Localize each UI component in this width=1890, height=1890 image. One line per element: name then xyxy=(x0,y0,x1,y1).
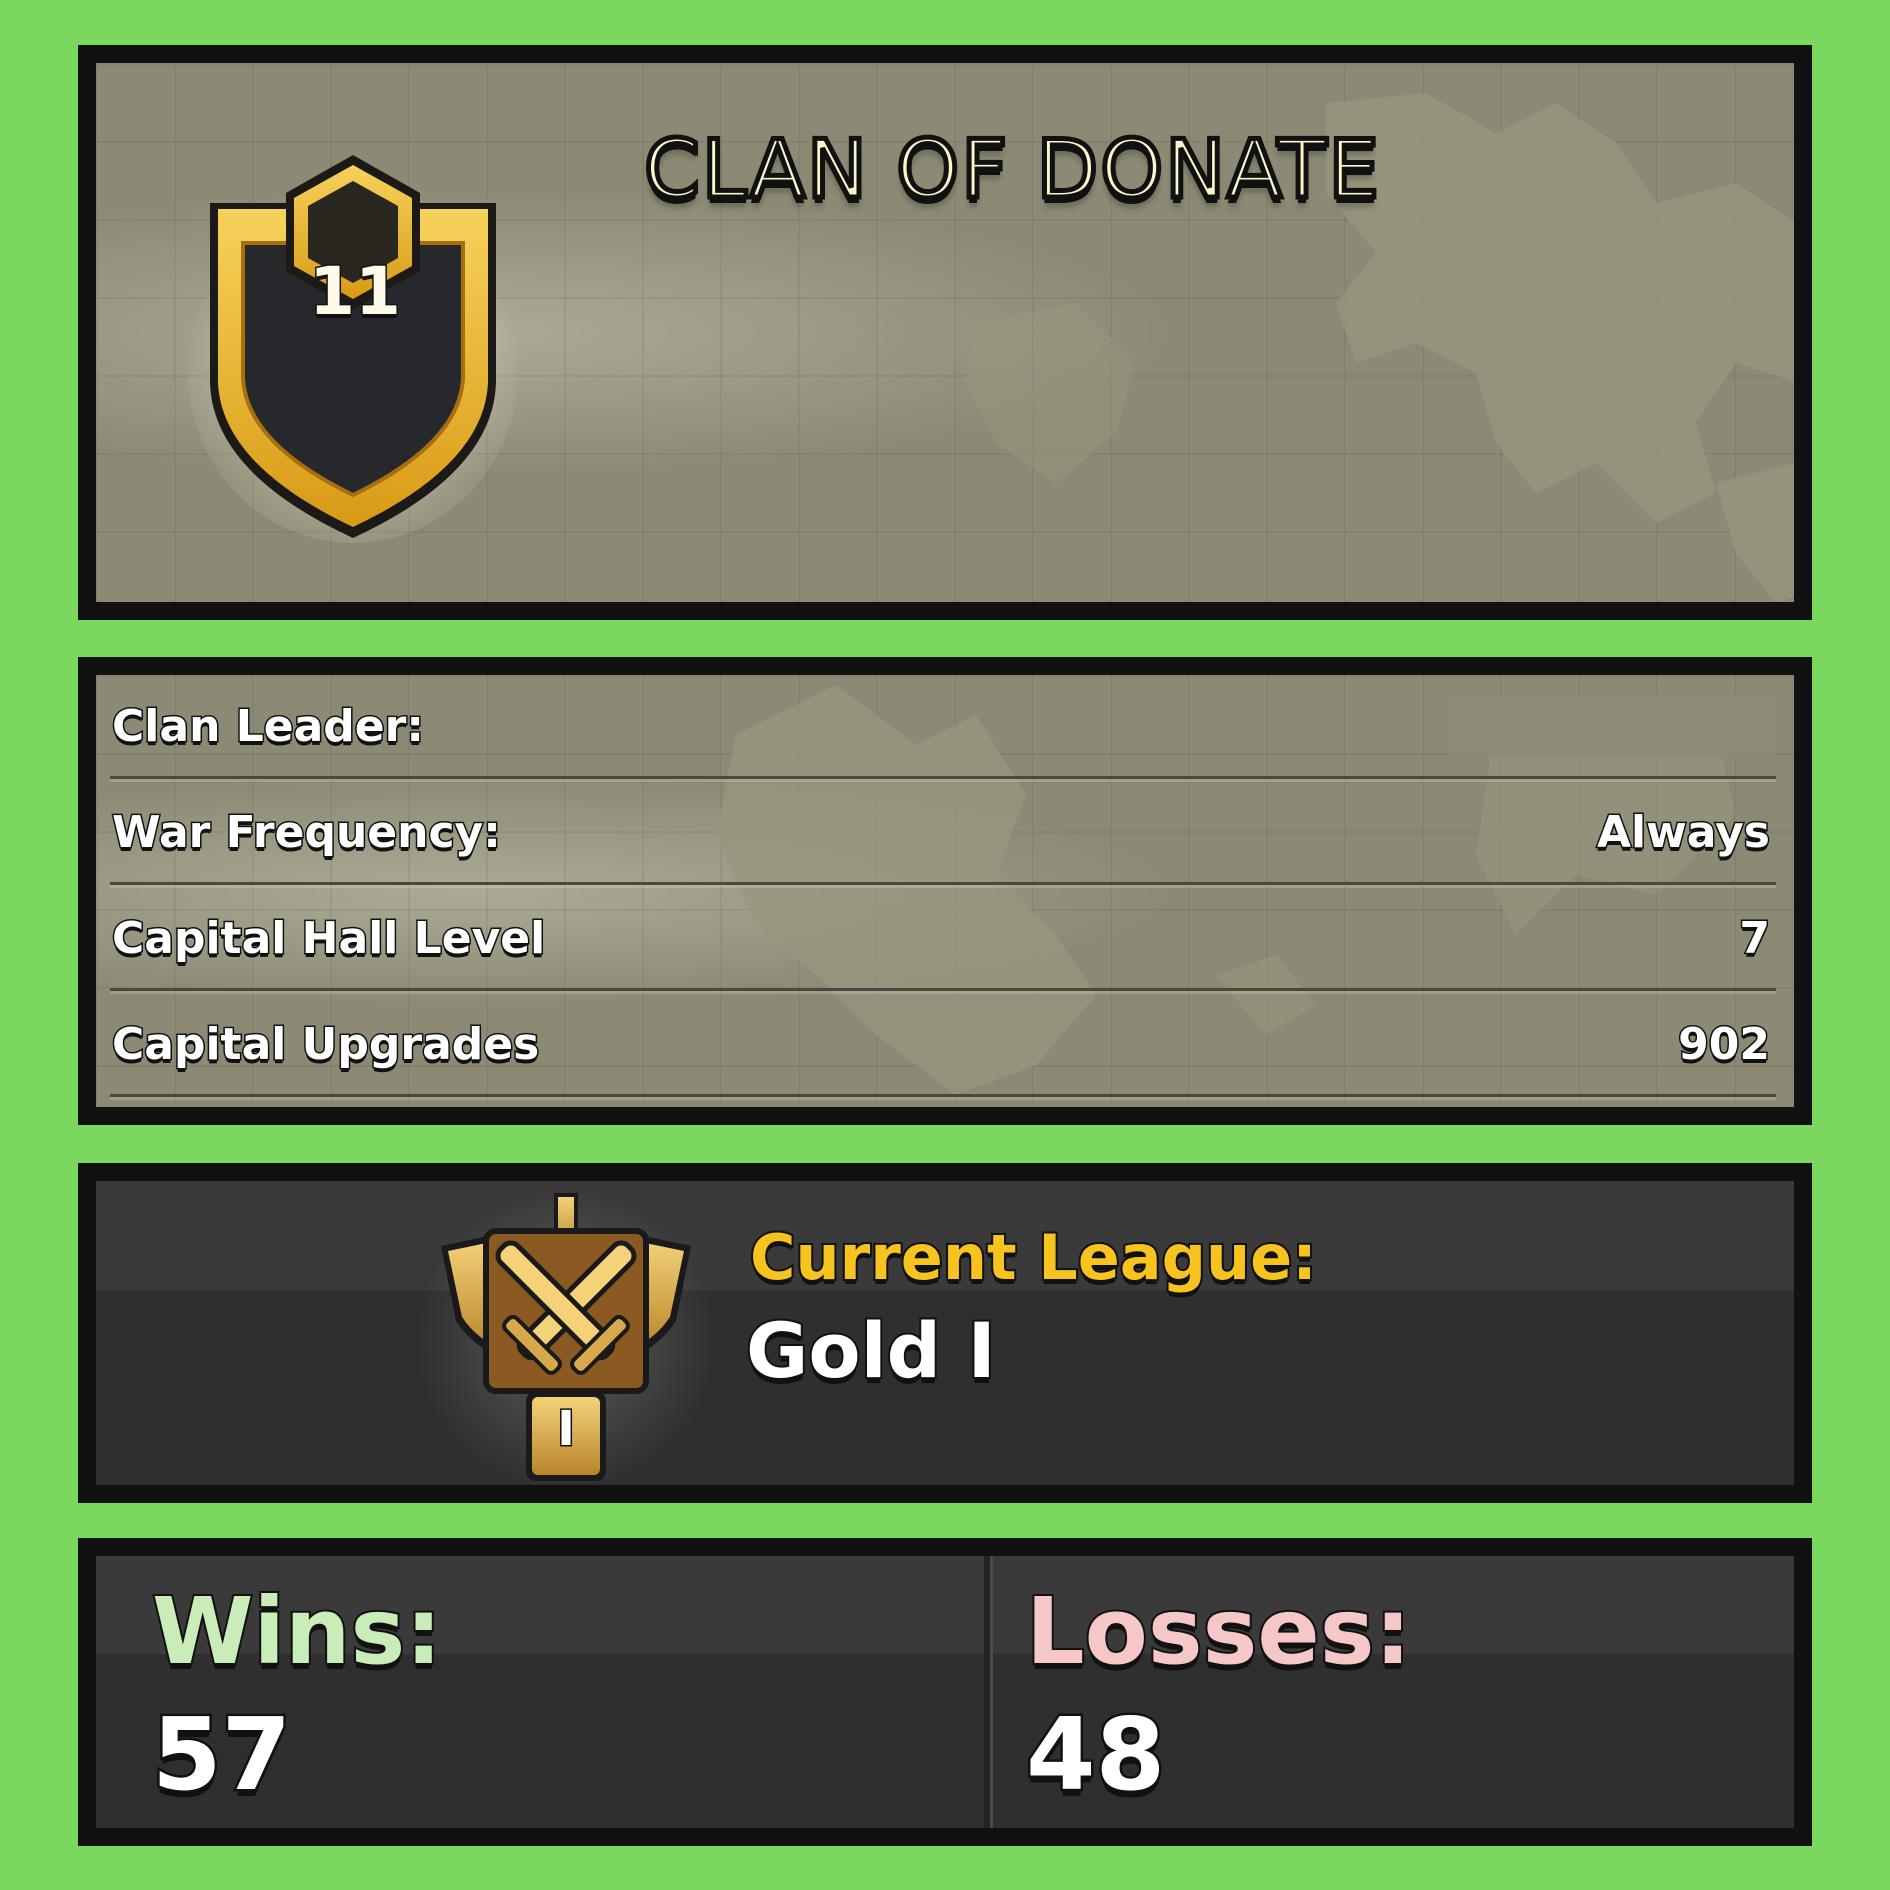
clan-level-number: 11 xyxy=(308,252,403,332)
detail-row-war-frequency: War Frequency: Always xyxy=(110,781,1776,885)
clan-details-panel: Clan Leader: War Frequency: Always Capit… xyxy=(78,657,1812,1125)
war-frequency-label: War Frequency: xyxy=(111,806,503,860)
clan-header-panel: 11 CLAN OF DONATE xyxy=(78,45,1812,620)
clan-leader-value-redacted xyxy=(1450,695,1776,757)
wins-label: Wins: xyxy=(150,1576,444,1687)
detail-row-capital-hall-level: Capital Hall Level 7 xyxy=(110,887,1776,991)
capital-upgrades-value: 902 xyxy=(1677,1018,1772,1072)
clan-leader-label: Clan Leader: xyxy=(111,700,426,754)
losses-label: Losses: xyxy=(1024,1576,1413,1687)
shield-icon xyxy=(188,155,518,543)
capital-upgrades-label: Capital Upgrades xyxy=(110,1018,540,1072)
clan-name-title: CLAN OF DONATE xyxy=(641,121,1382,219)
war-stats-panel: Wins: 57 Losses: 48 xyxy=(78,1538,1812,1846)
league-panel: I Current League: Gold I xyxy=(78,1163,1812,1503)
stats-divider xyxy=(984,1556,990,1828)
war-frequency-value: Always xyxy=(1596,806,1772,860)
losses-value: 48 xyxy=(1023,1694,1167,1816)
gold-crossed-swords-trophy-icon: I xyxy=(416,1191,716,1485)
league-tier-badge: I xyxy=(556,1400,577,1459)
detail-row-capital-upgrades: Capital Upgrades 902 xyxy=(110,993,1776,1097)
wins-value: 57 xyxy=(149,1694,293,1816)
clan-badge: 11 xyxy=(188,143,518,543)
detail-row-clan-leader: Clan Leader: xyxy=(110,675,1776,779)
capital-hall-level-value: 7 xyxy=(1738,912,1772,966)
capital-hall-level-label: Capital Hall Level xyxy=(110,912,546,966)
current-league-heading: Current League: xyxy=(748,1219,1319,1296)
current-league-name: Gold I xyxy=(744,1304,998,1397)
